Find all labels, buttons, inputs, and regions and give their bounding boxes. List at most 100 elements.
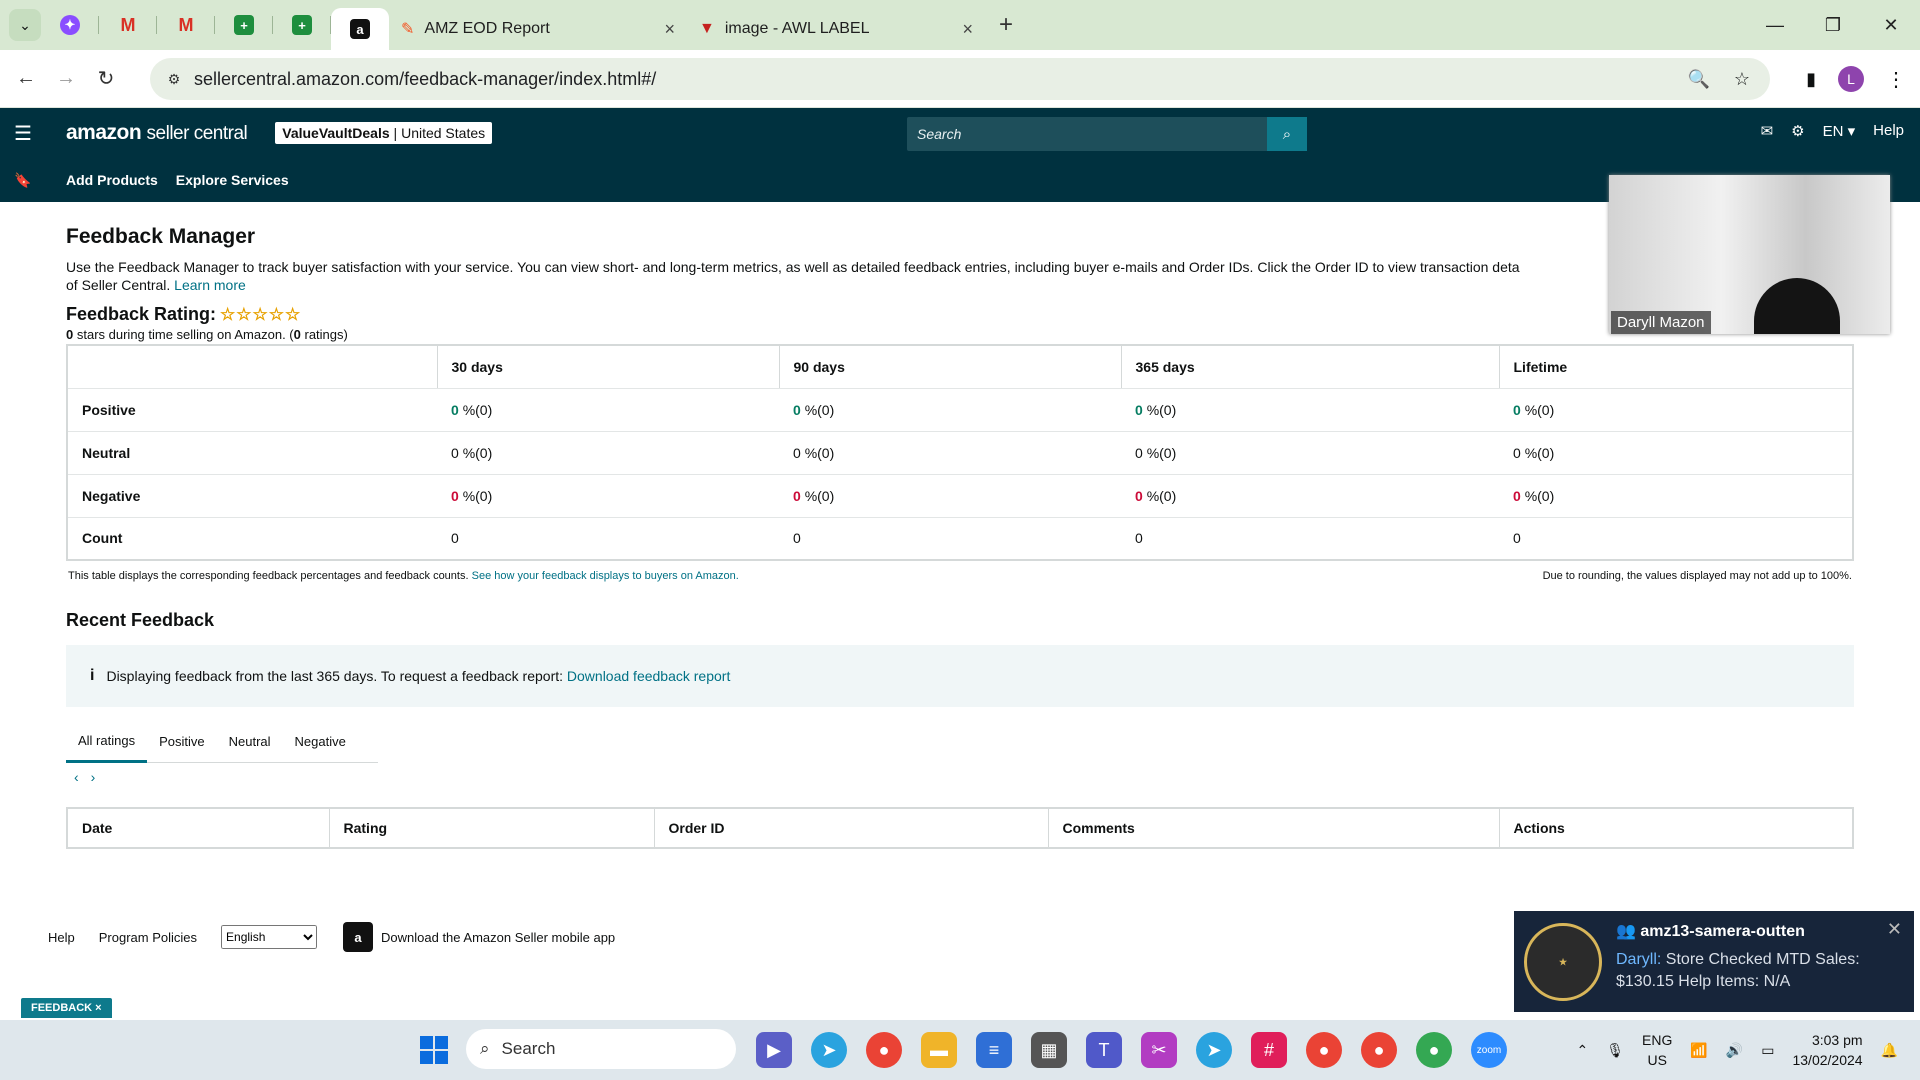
address-bar[interactable]: ⚙ sellercentral.amazon.com/feedback-mana…: [150, 58, 1770, 100]
tab-title: AMZ EOD Report: [424, 20, 550, 37]
help-link[interactable]: Help: [1873, 122, 1904, 140]
chevron-up-icon[interactable]: ⌃: [1577, 1042, 1589, 1059]
chevron-right-icon[interactable]: ›: [91, 769, 108, 785]
notification-bell-icon[interactable]: 🔔: [1881, 1042, 1898, 1059]
forward-icon[interactable]: →: [46, 67, 86, 90]
reload-icon[interactable]: ↻: [86, 66, 126, 91]
notification-toast[interactable]: ★ 👥 amz13-samera-outten Daryll: Store Ch…: [1514, 911, 1914, 1012]
chrome-icon[interactable]: ●: [1416, 1032, 1452, 1068]
column-header[interactable]: Rating: [328, 808, 654, 848]
info-text: Displaying feedback from the last 365 da…: [106, 668, 564, 684]
tab-amz-eod-report[interactable]: ✎ AMZ EOD Report ×: [389, 8, 687, 50]
microphone-icon[interactable]: 🎙: [1606, 1042, 1624, 1059]
minimize-icon[interactable]: —: [1746, 0, 1804, 50]
close-window-icon[interactable]: ✕: [1862, 0, 1920, 50]
language-selector[interactable]: EN ▾: [1823, 122, 1856, 140]
close-icon[interactable]: ×: [664, 19, 675, 40]
slack-icon[interactable]: #: [1251, 1032, 1287, 1068]
footer-policies-link[interactable]: Program Policies: [99, 930, 197, 945]
notification-group: amz13-samera-outten: [1640, 923, 1805, 940]
telegram-icon[interactable]: ➤: [811, 1032, 847, 1068]
menu-dots-icon[interactable]: ⋮: [1886, 67, 1906, 92]
new-tab-button[interactable]: +: [999, 11, 1013, 39]
store-switcher[interactable]: ValueVaultDeals | United States: [275, 122, 493, 144]
video-call-overlay[interactable]: Daryll Mazon: [1609, 175, 1890, 334]
pinned-tab-gmail-1[interactable]: M: [99, 0, 157, 50]
column-header[interactable]: Comments: [1047, 808, 1499, 848]
rating-filter-tabs: All ratings Positive Neutral Negative: [66, 721, 378, 763]
meet-icon[interactable]: ▶: [756, 1032, 792, 1068]
tab-amazon-active[interactable]: a: [331, 8, 389, 50]
windows-start-icon[interactable]: [420, 1036, 448, 1064]
pagination: ‹›: [66, 769, 1854, 785]
tab-negative[interactable]: Negative: [283, 721, 358, 763]
url-text[interactable]: sellercentral.amazon.com/feedback-manage…: [194, 69, 656, 90]
pinned-tab-messenger[interactable]: ✦: [41, 0, 99, 50]
snipping-tool-icon[interactable]: ✂: [1141, 1032, 1177, 1068]
seller-central-logo[interactable]: amazon seller central: [66, 121, 248, 145]
close-icon[interactable]: ×: [962, 19, 973, 40]
feedback-tab-button[interactable]: FEEDBACK ×: [21, 998, 112, 1018]
pinned-tab-sheets-1[interactable]: +: [215, 0, 273, 50]
column-header[interactable]: Order ID: [653, 808, 1048, 848]
chevron-left-icon[interactable]: ‹: [74, 769, 91, 785]
restore-icon[interactable]: ❐: [1804, 0, 1862, 50]
pinned-tab-sheets-2[interactable]: +: [273, 0, 331, 50]
notepad-icon[interactable]: ≡: [976, 1032, 1012, 1068]
count-cell: 0: [1499, 517, 1853, 561]
bookmark-star-icon[interactable]: ☆: [1734, 69, 1750, 90]
search-input[interactable]: [907, 126, 1267, 142]
chrome-icon[interactable]: ●: [1361, 1032, 1397, 1068]
footer-language-select[interactable]: English: [221, 925, 318, 949]
gear-icon[interactable]: ⚙: [1791, 122, 1804, 140]
tab-neutral[interactable]: Neutral: [217, 721, 283, 763]
clock[interactable]: 3:03 pm 13/02/2024: [1792, 1030, 1862, 1070]
bookmark-icon[interactable]: 🔖: [0, 172, 46, 189]
side-panel-icon[interactable]: ▮: [1806, 69, 1816, 90]
close-icon[interactable]: ✕: [1887, 919, 1902, 940]
column-header[interactable]: Date: [67, 808, 329, 848]
calculator-icon[interactable]: ▦: [1031, 1032, 1067, 1068]
feedback-display-link[interactable]: See how your feedback displays to buyers…: [472, 570, 739, 582]
table-row: Neutral 0 %(0) 0 %(0) 0 %(0) 0 %(0): [67, 431, 1853, 475]
zoom-icon[interactable]: 🔍: [1687, 69, 1709, 90]
footer-help-link[interactable]: Help: [48, 930, 75, 945]
positive-value: 0: [793, 401, 801, 418]
telegram-icon[interactable]: ➤: [1196, 1032, 1232, 1068]
tab-title: image - AWL LABEL: [724, 20, 870, 37]
file-explorer-icon[interactable]: ▬: [921, 1032, 957, 1068]
cell-suffix: %(0): [804, 401, 835, 418]
tab-all-ratings[interactable]: All ratings: [66, 721, 148, 763]
nav-add-products[interactable]: Add Products: [66, 172, 158, 188]
site-settings-icon[interactable]: ⚙: [154, 71, 194, 88]
chrome-icon[interactable]: ●: [1306, 1032, 1342, 1068]
input-language[interactable]: ENG US: [1642, 1030, 1672, 1070]
tab-search-button[interactable]: ⌄: [9, 9, 41, 41]
participant-name: Daryll Mazon: [1611, 311, 1711, 334]
search-icon[interactable]: ⌕: [1267, 117, 1307, 151]
learn-more-link[interactable]: Learn more: [174, 277, 246, 293]
volume-icon[interactable]: 🔊: [1726, 1042, 1743, 1059]
column-header[interactable]: Actions: [1498, 808, 1853, 848]
wifi-icon[interactable]: 📶: [1690, 1042, 1707, 1059]
hamburger-menu-icon[interactable]: ☰: [0, 121, 46, 146]
mobile-app-link[interactable]: a Download the Amazon Seller mobile app: [343, 922, 615, 952]
recent-feedback-title: Recent Feedback: [66, 610, 215, 630]
zoom-icon[interactable]: zoom: [1471, 1032, 1507, 1068]
profile-avatar[interactable]: L: [1838, 66, 1864, 92]
taskbar-search[interactable]: ⌕ Search: [466, 1029, 736, 1069]
table-cell: 0 %(0): [437, 474, 779, 518]
tab-awl-label[interactable]: ▼ image - AWL LABEL ×: [687, 8, 985, 50]
mail-icon[interactable]: ✉: [1761, 122, 1774, 140]
gmail-icon: M: [178, 14, 194, 35]
back-icon[interactable]: ←: [6, 67, 46, 90]
teams-icon[interactable]: T: [1086, 1032, 1122, 1068]
download-report-link[interactable]: Download feedback report: [567, 668, 730, 684]
neutral-value: 0: [793, 444, 801, 461]
battery-icon[interactable]: ▭: [1761, 1042, 1774, 1059]
chrome-icon[interactable]: ●: [866, 1032, 902, 1068]
pinned-tab-gmail-2[interactable]: M: [157, 0, 215, 50]
nav-explore-services[interactable]: Explore Services: [176, 172, 289, 188]
tab-positive[interactable]: Positive: [147, 721, 217, 763]
search-icon: ⌕: [480, 1039, 490, 1058]
